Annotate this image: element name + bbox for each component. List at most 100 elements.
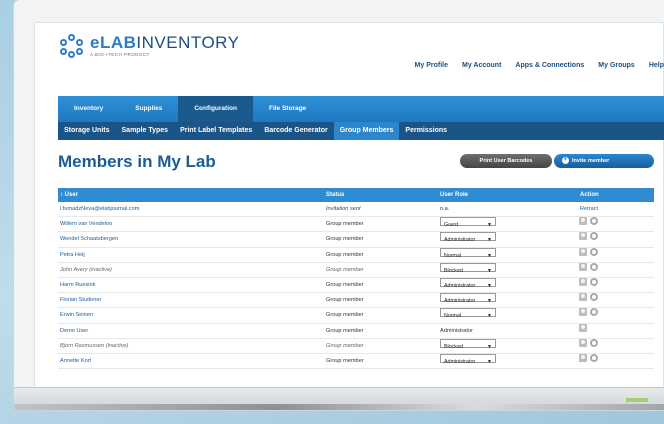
remove-member-icon[interactable] xyxy=(590,293,598,302)
user-role-select[interactable]: Administrator ▼ xyxy=(440,232,496,244)
table-row: John Avery (inactive) Group member Blocked… xyxy=(58,262,654,278)
logo-name-bold: eLAB xyxy=(90,33,137,53)
user-role-select[interactable]: Administrator ▼ xyxy=(440,277,496,289)
member-status: Group member xyxy=(326,327,364,334)
user-name[interactable]: Willem van Vendeloo xyxy=(60,217,112,231)
user-role-select[interactable]: Blocked ▼ xyxy=(440,338,496,350)
plus-icon: + xyxy=(562,157,569,165)
user-name[interactable]: l.fumadzNeva@elabjournal.com xyxy=(60,202,139,216)
invite-member-button[interactable]: + Invite member xyxy=(554,154,654,168)
table-row: Florian Studener Group member Administrato… xyxy=(58,293,654,309)
power-led xyxy=(626,398,648,402)
user-profile-icon[interactable] xyxy=(579,323,587,332)
user-role-text: Administrator xyxy=(440,327,473,334)
user-profile-icon[interactable] xyxy=(579,308,587,317)
invite-member-label: Invite member xyxy=(572,158,610,164)
user-role-value: Normal xyxy=(444,252,462,259)
header-user[interactable]: ↕ User xyxy=(60,188,78,202)
remove-member-icon[interactable] xyxy=(590,217,598,226)
member-status: Group member xyxy=(326,357,364,364)
topnav-apps-connections[interactable]: Apps & Connections xyxy=(515,62,584,69)
subtab-sample-types[interactable]: Sample Types xyxy=(116,122,175,140)
chevron-down-icon: ▼ xyxy=(487,237,492,244)
user-role-select[interactable]: Administrator ▼ xyxy=(440,353,496,365)
table-header: ↕ User Status User Role Action xyxy=(58,188,654,202)
user-role-value: Administrator xyxy=(444,358,476,365)
table-row: Erwin Seinen Group member Normal ▼ xyxy=(58,308,654,324)
user-role-select[interactable]: Guest ▼ xyxy=(440,217,496,229)
chevron-down-icon: ▼ xyxy=(487,252,492,259)
logo-name-rest: INVENTORY xyxy=(136,33,240,53)
user-role-select[interactable]: Blocked ▼ xyxy=(440,262,496,274)
user-profile-icon[interactable] xyxy=(579,217,587,226)
user-role-value: Administrator xyxy=(444,298,476,305)
member-status: Group member xyxy=(326,342,364,349)
tab-supplies[interactable]: Supplies xyxy=(119,96,178,122)
member-status: Group member xyxy=(326,266,364,273)
chevron-down-icon: ▼ xyxy=(487,282,492,289)
print-user-barcodes-button[interactable]: Print User Barcodes xyxy=(460,154,552,168)
chevron-down-icon: ▼ xyxy=(487,343,492,350)
tab-configuration[interactable]: Configuration xyxy=(178,96,253,122)
user-name[interactable]: Annette Kort xyxy=(60,354,91,368)
user-profile-icon[interactable] xyxy=(579,232,587,241)
remove-member-icon[interactable] xyxy=(590,247,598,256)
subtab-group-members[interactable]: Group Members xyxy=(333,122,400,140)
topnav-my-account[interactable]: My Account xyxy=(462,62,501,69)
user-name[interactable]: Wendel Schaatsbergen xyxy=(60,232,118,246)
user-profile-icon[interactable] xyxy=(579,262,587,271)
top-navigation: My Profile My Account Apps & Connections… xyxy=(415,62,664,69)
topnav-my-profile[interactable]: My Profile xyxy=(415,62,448,69)
user-profile-icon[interactable] xyxy=(579,338,587,347)
table-row: Wendel Schaatsbergen Group member Administ… xyxy=(58,232,654,248)
tab-file-storage[interactable]: File Storage xyxy=(253,96,322,122)
chevron-down-icon: ▼ xyxy=(487,358,492,365)
page-title: Members in My Lab xyxy=(58,152,216,171)
user-name[interactable]: Harm Ruesink xyxy=(60,278,95,292)
member-status: Invitation sent xyxy=(326,206,361,212)
table-row: Willem van Vendeloo Group member Guest ▼ xyxy=(58,217,654,233)
member-status: Group member xyxy=(326,312,364,319)
main-navigation: Inventory Supplies Configuration File St… xyxy=(58,96,664,122)
table-row: Demo User Group member Administrator xyxy=(58,323,654,339)
user-role-select[interactable]: Normal ▼ xyxy=(440,247,496,259)
topnav-my-groups[interactable]: My Groups xyxy=(598,62,635,69)
remove-member-icon[interactable] xyxy=(590,232,598,241)
header-action: Action xyxy=(580,192,599,198)
user-role-select[interactable]: Normal ▼ xyxy=(440,308,496,320)
user-role-value: Guest xyxy=(444,222,459,229)
user-role-select[interactable]: Administrator ▼ xyxy=(440,293,496,305)
user-profile-icon[interactable] xyxy=(579,353,587,362)
user-profile-icon[interactable] xyxy=(579,293,587,302)
remove-member-icon[interactable] xyxy=(590,353,598,362)
user-role-value: Administrator xyxy=(444,282,476,289)
tab-inventory[interactable]: Inventory xyxy=(58,96,119,122)
user-profile-icon[interactable] xyxy=(579,277,587,286)
user-role-value: Normal xyxy=(444,313,462,320)
chevron-down-icon: ▼ xyxy=(487,267,492,274)
user-name[interactable]: Demo User xyxy=(60,324,88,338)
user-name[interactable]: Erwin Seinen xyxy=(60,308,93,322)
table-row: Harm Ruesink Group member Administrator ▼ xyxy=(58,277,654,294)
user-name[interactable]: Bjorn Rasmussen (inactive) xyxy=(60,339,128,353)
user-name[interactable]: Petra Heij xyxy=(60,248,85,262)
sub-navigation: Storage Units Sample Types Print Label T… xyxy=(58,122,664,140)
remove-member-icon[interactable] xyxy=(590,262,598,271)
table-row: Annette Kort Group member Administrator ▼ xyxy=(58,353,654,370)
chevron-down-icon: ▼ xyxy=(487,222,492,229)
user-name[interactable]: John Avery (inactive) xyxy=(60,263,112,277)
subtab-print-label-templates[interactable]: Print Label Templates xyxy=(174,122,258,140)
user-profile-icon[interactable] xyxy=(579,247,587,256)
topnav-help[interactable]: Help xyxy=(649,62,664,69)
logo-molecule-icon xyxy=(58,34,86,58)
retract-link[interactable]: Retract xyxy=(580,202,598,216)
user-role-text: n.a. xyxy=(440,206,450,212)
remove-member-icon[interactable] xyxy=(590,338,598,347)
user-role-value: Administrator xyxy=(444,237,476,244)
subtab-barcode-generator[interactable]: Barcode Generator xyxy=(258,122,333,140)
user-name[interactable]: Florian Studener xyxy=(60,293,101,307)
remove-member-icon[interactable] xyxy=(590,277,598,286)
subtab-permissions[interactable]: Permissions xyxy=(399,122,453,140)
subtab-storage-units[interactable]: Storage Units xyxy=(58,122,116,140)
remove-member-icon[interactable] xyxy=(590,308,598,317)
